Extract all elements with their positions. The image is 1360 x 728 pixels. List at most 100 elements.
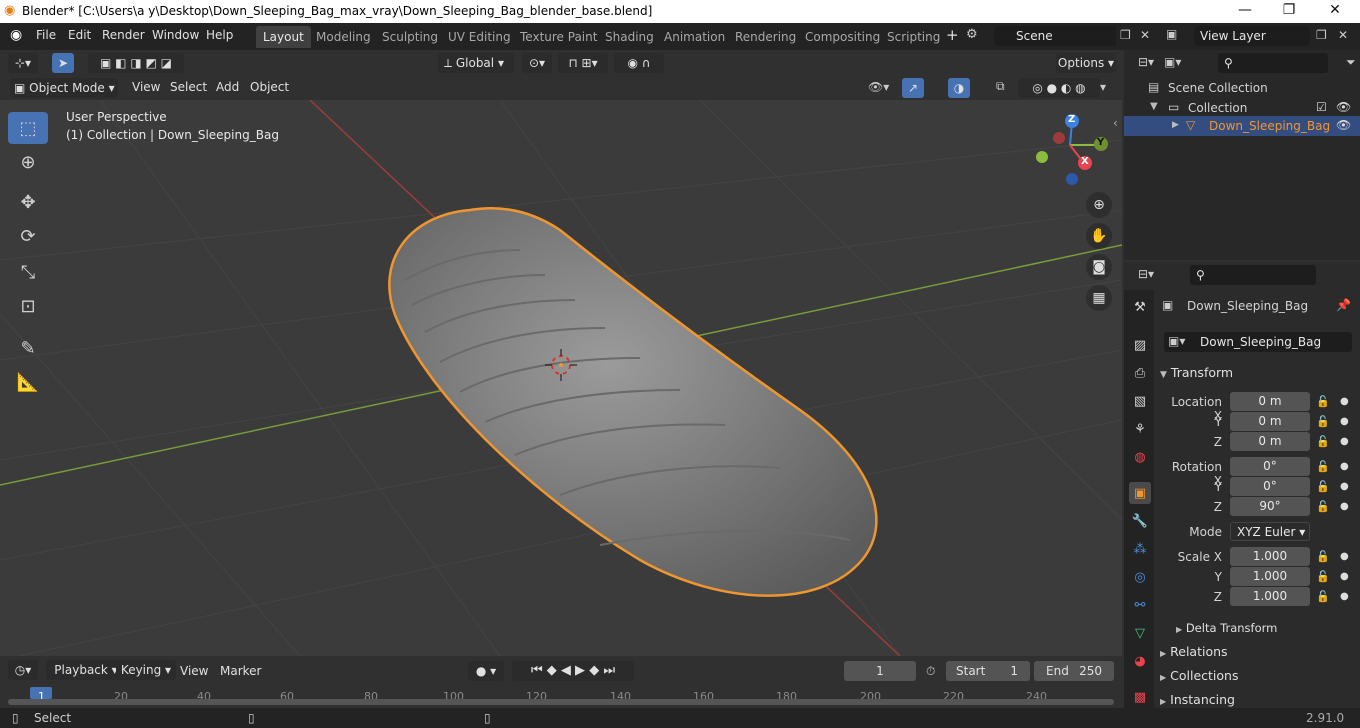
location-z-lock-icon[interactable]: 🔓	[1316, 435, 1330, 448]
collections-section-header[interactable]: ▶ Collections	[1160, 668, 1238, 683]
sidebar-toggle-icon[interactable]: ‹	[1113, 116, 1118, 130]
playback-controls[interactable]: ⏮ ◆ ◀ ▶ ◆ ⏭	[512, 661, 634, 681]
menu-help[interactable]: Help	[206, 28, 233, 42]
view-layer-field[interactable]: View Layer	[1194, 26, 1310, 46]
shading-options-icon[interactable]: ▾	[1100, 80, 1106, 94]
rotation-x-field[interactable]: 0°	[1230, 457, 1310, 476]
relations-section-header[interactable]: ▶ Relations	[1160, 644, 1228, 659]
location-x-keyframe-icon[interactable]: ●	[1340, 396, 1349, 407]
scale-x-field[interactable]: 1.000	[1230, 547, 1310, 566]
menu-render[interactable]: Render	[102, 28, 145, 42]
current-frame-field[interactable]: 1	[844, 661, 916, 681]
annotate-tool-icon[interactable]: ✎	[8, 332, 48, 364]
proportional-edit-icon[interactable]: ◉ ∩	[614, 53, 664, 73]
timeline-menu-marker[interactable]: Marker	[220, 664, 261, 678]
viewport-menu-select[interactable]: Select	[170, 80, 207, 94]
rotation-mode-dropdown[interactable]: XYZ Euler ▾	[1230, 522, 1310, 541]
rotation-z-field[interactable]: 90°	[1230, 497, 1310, 516]
scene-icon[interactable]: ⚙	[966, 27, 978, 42]
rotation-z-lock-icon[interactable]: 🔓	[1316, 500, 1330, 513]
delta-transform-header[interactable]: ▶ Delta Transform	[1176, 621, 1277, 635]
xray-toggle-icon[interactable]: ⧉	[996, 79, 1005, 94]
pin-icon[interactable]: 📌	[1336, 298, 1351, 312]
object-tab-icon[interactable]: ▣	[1129, 482, 1151, 504]
tab-shading[interactable]: Shading	[598, 26, 661, 48]
overlays-toggle-icon[interactable]: ◑	[948, 78, 970, 98]
output-tab-icon[interactable]: ⎙	[1129, 362, 1151, 384]
physics-tab-icon[interactable]: ◎	[1129, 566, 1151, 588]
snap-icon[interactable]: ⊓ ⊞▾	[558, 53, 608, 73]
tab-scripting[interactable]: Scripting	[880, 26, 947, 48]
location-y-keyframe-icon[interactable]: ●	[1340, 416, 1349, 427]
scale-z-field[interactable]: 1.000	[1230, 587, 1310, 606]
outliner-row-down-sleeping-bag[interactable]: ▶ ▽ Down_Sleeping_Bag 👁	[1124, 116, 1360, 136]
playback-menu[interactable]: Playback ▾	[46, 660, 126, 680]
new-scene-icon[interactable]: ❐	[1120, 28, 1131, 42]
scale-x-lock-icon[interactable]: 🔓	[1316, 550, 1330, 563]
transform-section-header[interactable]: ▼ Transform	[1160, 365, 1233, 380]
view-layer-icon[interactable]: ▣	[1166, 27, 1177, 41]
shading-mode-buttons[interactable]: ◎ ● ◐ ◍	[1018, 78, 1100, 98]
tab-rendering[interactable]: Rendering	[728, 26, 803, 48]
properties-search-input[interactable]: ⚲	[1190, 265, 1316, 285]
scale-z-lock-icon[interactable]: 🔓	[1316, 590, 1330, 603]
location-x-field[interactable]: 0 m	[1230, 392, 1310, 411]
camera-view-icon[interactable]: ◙	[1086, 254, 1112, 280]
transform-orientation-dropdown[interactable]: ⟂ Global ▾	[438, 53, 514, 73]
scale-x-keyframe-icon[interactable]: ●	[1340, 551, 1349, 562]
orthographic-toggle-icon[interactable]: ▦	[1086, 285, 1112, 311]
properties-editor-icon[interactable]: ⊟▾	[1138, 267, 1154, 281]
instancing-section-header[interactable]: ▶ Instancing	[1160, 692, 1235, 707]
rotate-tool-icon[interactable]: ⟳	[8, 220, 48, 252]
location-z-keyframe-icon[interactable]: ●	[1340, 436, 1349, 447]
constraints-tab-icon[interactable]: ⚯	[1129, 594, 1151, 616]
auto-keying-icon[interactable]: ● ▾	[468, 661, 504, 681]
mode-dropdown[interactable]: ▣ Object Mode ▾	[10, 78, 118, 98]
material-tab-icon[interactable]: ◕	[1129, 650, 1151, 672]
collection-visibility-icon[interactable]: 👁	[1336, 100, 1351, 114]
select-tool-icon[interactable]: ⬚	[8, 112, 48, 144]
scale-tool-icon[interactable]: ⤡	[8, 256, 48, 288]
scale-y-lock-icon[interactable]: 🔓	[1316, 570, 1330, 583]
scene-name-field[interactable]: Scene	[994, 26, 1116, 46]
move-tool-icon[interactable]: ✥	[8, 186, 48, 218]
rotation-z-keyframe-icon[interactable]: ●	[1340, 501, 1349, 512]
display-mode-icon[interactable]: ▣▾	[1164, 55, 1181, 69]
keying-menu[interactable]: Keying ▾	[116, 660, 176, 680]
gizmo-toggle-icon[interactable]: ↗	[902, 78, 924, 98]
scale-y-keyframe-icon[interactable]: ●	[1340, 571, 1349, 582]
timeline-menu-view[interactable]: View	[180, 664, 208, 678]
editor-type-button[interactable]: ⊹▾	[8, 53, 38, 73]
menu-edit[interactable]: Edit	[68, 28, 91, 42]
visibility-icon[interactable]: 👁▾	[868, 80, 889, 94]
pivot-point-icon[interactable]: ⊙▾	[522, 53, 552, 73]
texture-tab-icon[interactable]: ▩	[1129, 686, 1151, 708]
view-layer-tab-icon[interactable]: ▧	[1129, 390, 1151, 412]
viewport-menu-add[interactable]: Add	[216, 80, 239, 94]
timeline-editor-icon[interactable]: ◷▾	[8, 660, 38, 680]
object-visibility-icon[interactable]: 👁	[1336, 118, 1351, 132]
end-frame-field[interactable]: End 250	[1034, 661, 1114, 681]
menu-window[interactable]: Window	[152, 28, 199, 42]
location-y-field[interactable]: 0 m	[1230, 412, 1310, 431]
scene-tab-icon[interactable]: ⚘	[1129, 418, 1151, 440]
tab-texture-paint[interactable]: Texture Paint	[513, 26, 604, 48]
outliner-row-scene-collection[interactable]: ▤ Scene Collection	[1124, 78, 1360, 98]
rotation-y-field[interactable]: 0°	[1230, 477, 1310, 496]
viewport-menu-view[interactable]: View	[132, 80, 160, 94]
tab-uv-editing[interactable]: UV Editing	[441, 26, 518, 48]
time-stopwatch-icon[interactable]: ⏱	[926, 664, 935, 679]
options-dropdown[interactable]: Options ▾	[1056, 53, 1116, 73]
remove-view-layer-icon[interactable]: ✕	[1338, 28, 1348, 42]
selection-mode-buttons[interactable]: ▣ ◧ ◨ ◩ ◪	[88, 53, 184, 73]
sleeping-bag-object[interactable]	[388, 206, 878, 597]
expand-arrow-icon[interactable]: ▶	[1172, 120, 1179, 130]
transform-tool-icon[interactable]: ⊡	[8, 290, 48, 322]
scale-y-field[interactable]: 1.000	[1230, 567, 1310, 586]
object-name-field[interactable]: ▣▾ Down_Sleeping_Bag	[1164, 332, 1352, 352]
measure-tool-icon[interactable]: 📐	[8, 366, 48, 398]
pan-hand-icon[interactable]: ✋	[1086, 223, 1112, 249]
outliner-editor-icon[interactable]: ⊟▾	[1138, 55, 1154, 69]
viewport-scene[interactable]	[0, 100, 1122, 656]
viewport-menu-object[interactable]: Object	[250, 80, 289, 94]
